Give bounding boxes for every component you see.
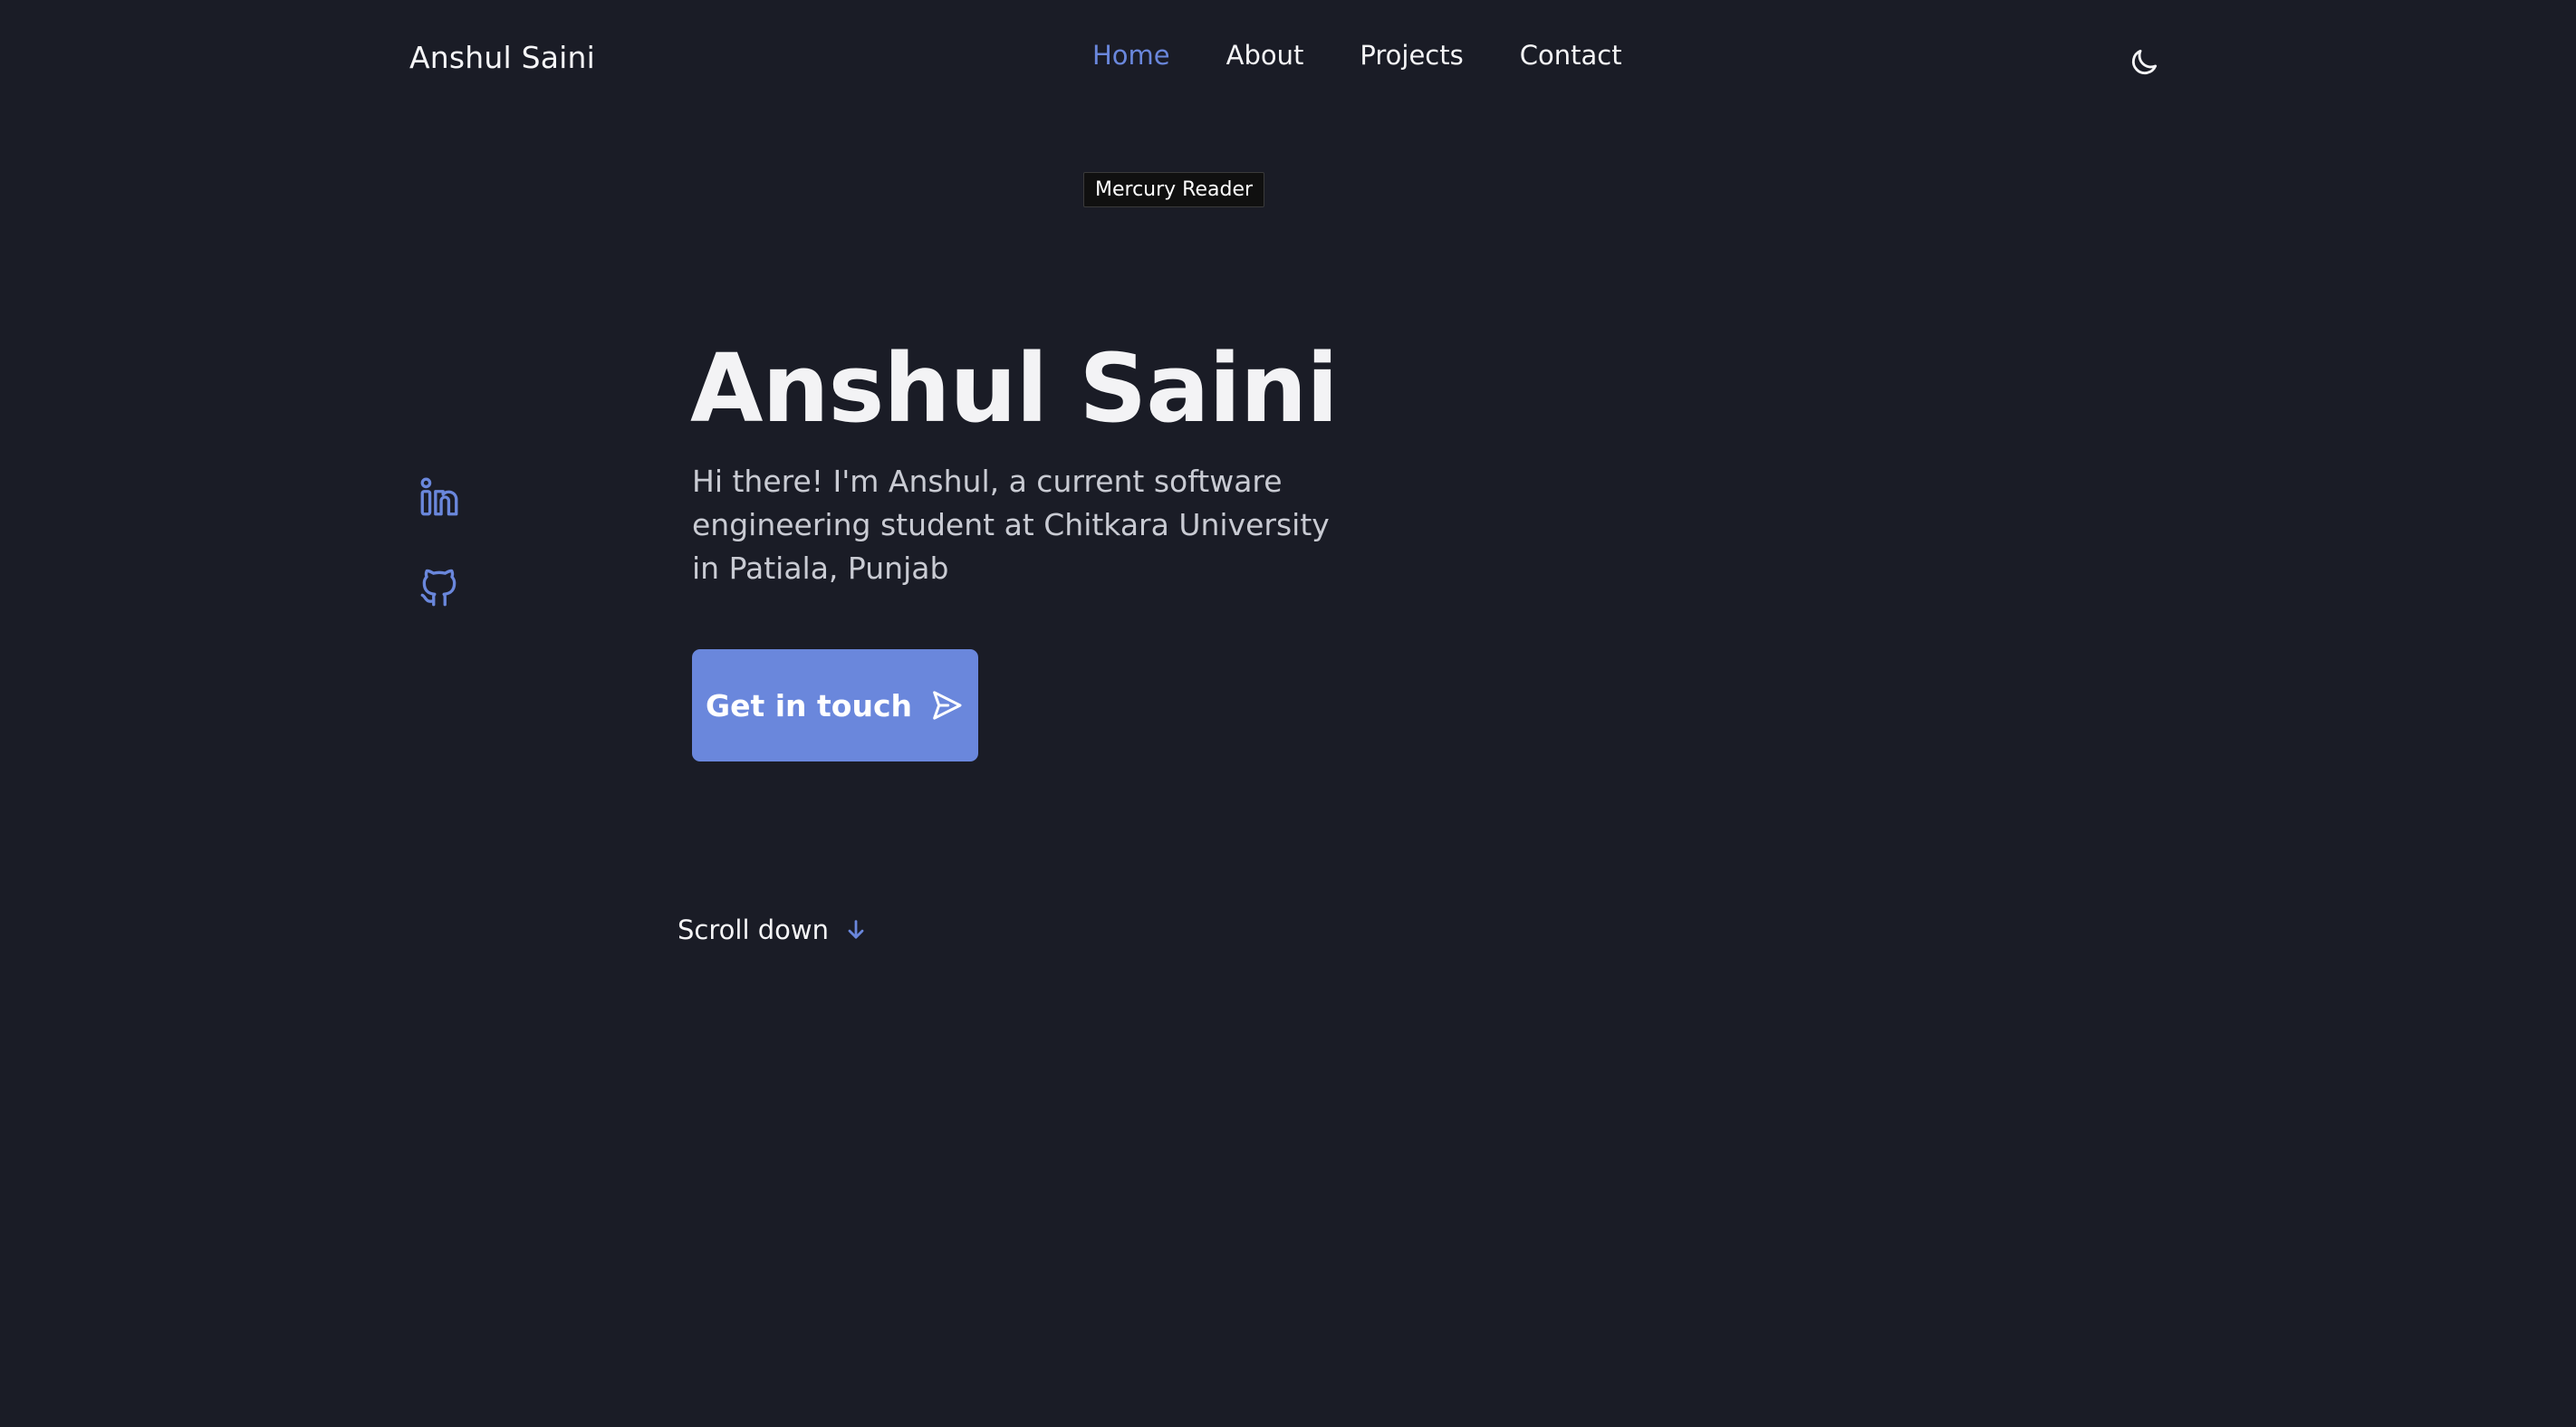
- get-in-touch-button[interactable]: Get in touch: [692, 649, 978, 761]
- nav-item-about[interactable]: About: [1226, 40, 1304, 71]
- social-links: [417, 474, 462, 610]
- nav-item-contact[interactable]: Contact: [1520, 40, 1622, 71]
- theme-toggle-button[interactable]: [2127, 45, 2161, 80]
- get-in-touch-label: Get in touch: [705, 687, 913, 723]
- send-icon: [933, 691, 962, 720]
- scroll-down-link[interactable]: Scroll down: [678, 915, 869, 945]
- moon-icon: [2131, 49, 2158, 75]
- linkedin-icon: [420, 477, 458, 516]
- main-nav: Home About Projects Contact: [1092, 40, 1622, 71]
- github-link[interactable]: [417, 565, 462, 610]
- github-icon: [420, 569, 457, 607]
- page: Anshul Saini Home About Projects Contact…: [0, 0, 2576, 1427]
- linkedin-link[interactable]: [417, 474, 462, 520]
- mercury-reader-tooltip: Mercury Reader: [1083, 172, 1265, 207]
- hero-title: Anshul Saini: [690, 333, 1339, 444]
- brand-logo[interactable]: Anshul Saini: [409, 40, 595, 75]
- hero-description: Hi there! I'm Anshul, a current software…: [692, 464, 1330, 586]
- scroll-down-label: Scroll down: [678, 915, 829, 945]
- nav-item-home[interactable]: Home: [1092, 40, 1170, 71]
- arrow-down-icon: [848, 920, 864, 939]
- nav-item-projects[interactable]: Projects: [1360, 40, 1463, 71]
